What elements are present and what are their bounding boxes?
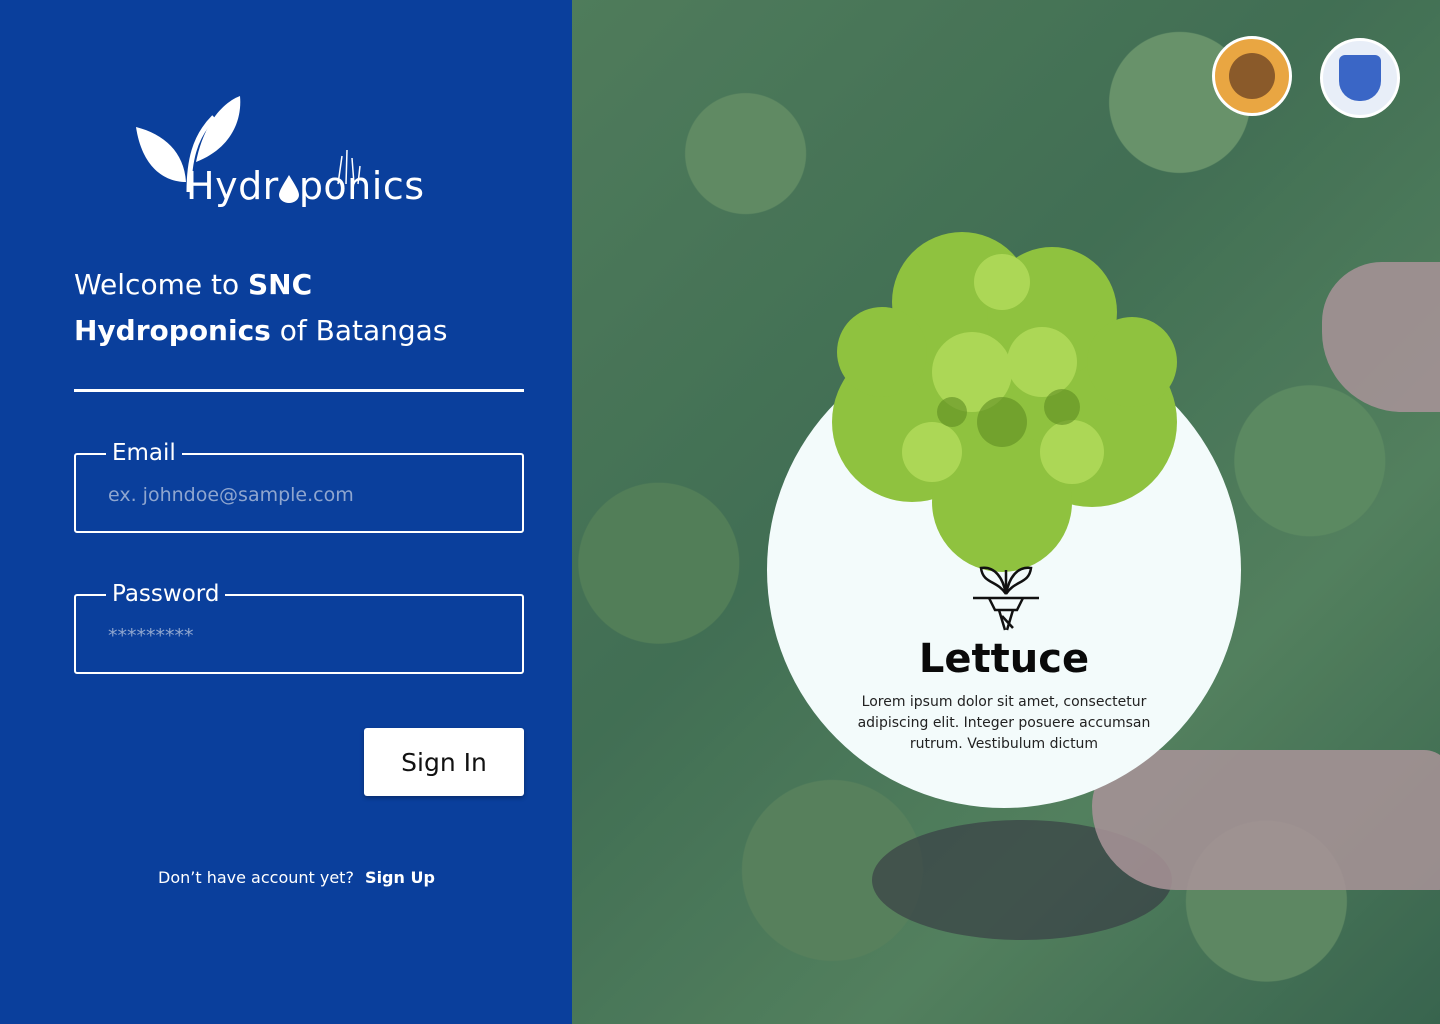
logo-wordmark-part-2: ponics (298, 164, 425, 208)
soil-patch (872, 820, 1172, 940)
card-description: Lorem ipsum dolor sit amet, consectetur … (857, 694, 1151, 752)
login-panel: Hydr ponics Welcome to SNC Hydroponics of… (0, 0, 572, 1024)
signup-prompt: Don’t have account yet? (158, 868, 354, 887)
email-field-box: Email (74, 439, 524, 533)
divider (74, 389, 524, 392)
password-label: Password (106, 580, 226, 608)
hero-panel: Lettuce Lorem ipsum dolor sit amet, cons… (572, 0, 1440, 1024)
welcome-snc: SNC (248, 268, 313, 301)
sign-up-link[interactable]: Sign Up (365, 868, 435, 887)
logo-wordmark: Hydr ponics (186, 164, 425, 208)
welcome-prefix: Welcome to (74, 268, 248, 301)
welcome-hydroponics: Hydroponics (74, 314, 271, 347)
hand-image-top (1322, 262, 1440, 412)
hand-image-bottom (1092, 750, 1440, 890)
dept-computer-engineering-seal (1212, 36, 1292, 116)
password-input[interactable] (106, 618, 500, 654)
logo-wordmark-part-1: Hydr (186, 164, 279, 208)
hydroponics-logo: Hydr ponics (134, 92, 454, 222)
water-drop-icon (278, 175, 299, 203)
welcome-heading: Welcome to SNC Hydroponics of Batangas (74, 262, 544, 354)
email-label: Email (106, 439, 182, 467)
sign-in-button[interactable]: Sign In (364, 728, 524, 796)
snc-college-seal (1320, 38, 1400, 118)
email-input[interactable] (106, 477, 500, 513)
welcome-suffix: of Batangas (270, 314, 448, 347)
signup-row: Don’t have account yet? Sign Up (158, 868, 435, 887)
lettuce-image (832, 232, 1177, 572)
card-title: Lettuce (918, 636, 1090, 682)
hydroponic-plant-icon (973, 566, 1039, 631)
password-field-box: Password (74, 580, 524, 674)
